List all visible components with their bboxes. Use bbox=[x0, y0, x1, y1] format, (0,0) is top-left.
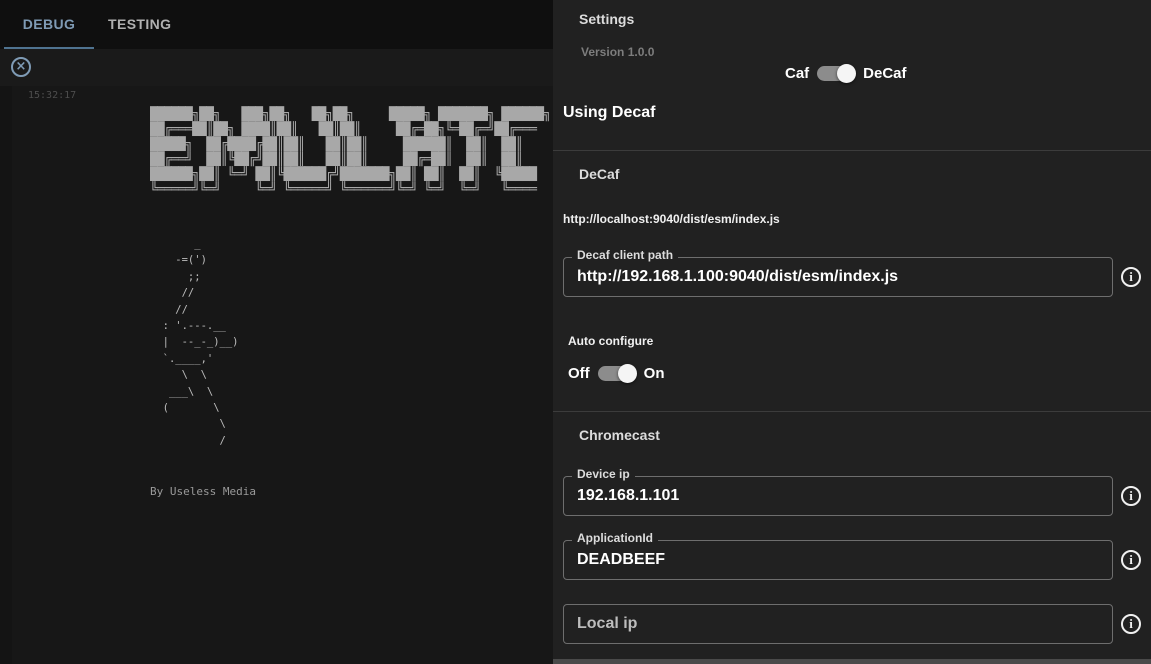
ascii-logo: ██████╗██╗ ███╗██╗ ██╗██╗ █████╗ ███████… bbox=[150, 106, 551, 196]
caf-label: Caf bbox=[785, 65, 810, 82]
caf-decaf-toggle[interactable] bbox=[817, 64, 857, 83]
info-icon[interactable]: i bbox=[1121, 614, 1141, 634]
toggle-knob bbox=[837, 64, 857, 83]
application-id-field[interactable]: ApplicationId bbox=[563, 531, 1113, 580]
application-id-input[interactable] bbox=[577, 541, 1102, 579]
local-ip-input[interactable] bbox=[577, 605, 1102, 643]
info-icon[interactable]: i bbox=[1121, 550, 1141, 570]
byline: By Useless Media bbox=[150, 485, 256, 498]
tab-debug[interactable]: DEBUG bbox=[4, 0, 94, 49]
using-label: Using Decaf bbox=[563, 104, 656, 121]
divider bbox=[553, 150, 1151, 151]
log-timestamp: 15:32:17 bbox=[28, 90, 77, 101]
auto-configure-toggle[interactable] bbox=[597, 364, 637, 383]
panel-scrollbar[interactable] bbox=[553, 659, 1151, 664]
off-label: Off bbox=[568, 365, 590, 382]
console-toolbar bbox=[0, 49, 553, 86]
info-icon[interactable]: i bbox=[1121, 267, 1141, 287]
auto-configure-label: Auto configure bbox=[568, 334, 654, 348]
close-circle-icon[interactable]: × bbox=[11, 57, 31, 77]
info-icon[interactable]: i bbox=[1121, 486, 1141, 506]
tab-testing[interactable]: TESTING bbox=[108, 0, 172, 49]
auto-configure-switch[interactable]: Off On bbox=[568, 364, 665, 383]
settings-title: Settings bbox=[579, 11, 635, 27]
decaf-client-path-input[interactable] bbox=[577, 258, 1102, 296]
on-label: On bbox=[643, 365, 665, 382]
decaf-label: DeCaf bbox=[863, 65, 907, 82]
local-ip-field[interactable] bbox=[563, 604, 1113, 644]
divider bbox=[553, 411, 1151, 412]
decaf-client-path-field[interactable]: Decaf client path bbox=[563, 248, 1113, 297]
caf-decaf-switch[interactable]: Caf DeCaf bbox=[785, 64, 907, 83]
decaf-current-url: http://localhost:9040/dist/esm/index.js bbox=[563, 212, 780, 226]
version-label: Version 1.0.0 bbox=[581, 45, 655, 59]
ascii-dancer-art: _ -=(') ;; // // : '.---.__ | --_-_)__) … bbox=[162, 238, 239, 447]
chromecast-section-title: Chromecast bbox=[579, 427, 660, 443]
toggle-knob bbox=[617, 364, 637, 383]
device-ip-field[interactable]: Device ip bbox=[563, 467, 1113, 516]
decaf-section-title: DeCaf bbox=[579, 166, 620, 182]
device-ip-input[interactable] bbox=[577, 477, 1102, 515]
